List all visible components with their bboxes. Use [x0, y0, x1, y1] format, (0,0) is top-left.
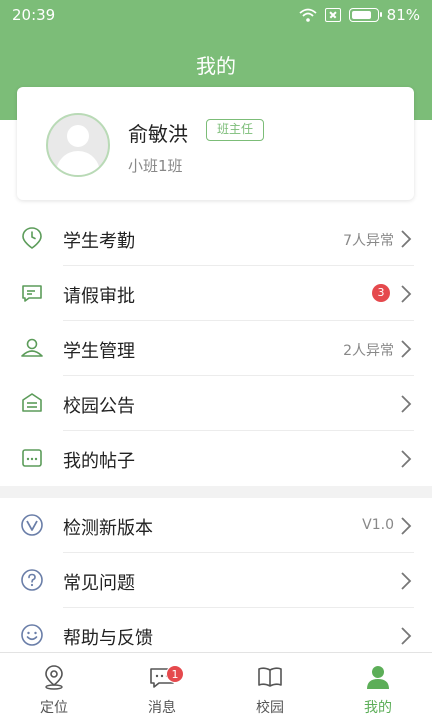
menu-value: 2人异常 — [343, 343, 394, 359]
menu-value: 7人异常 — [343, 233, 394, 249]
post-icon — [22, 449, 42, 467]
version-icon — [21, 514, 43, 536]
smile-icon — [21, 624, 43, 646]
role-badge: 班主任 — [206, 119, 265, 141]
notice-icon — [22, 393, 42, 412]
chevron-right-icon — [401, 627, 412, 645]
chevron-right-icon — [401, 230, 412, 248]
menu-label: 校园公告 — [63, 396, 135, 417]
profile-name: 俞敏洪 — [128, 122, 188, 146]
wifi-icon — [299, 8, 317, 22]
menu-item-my-posts[interactable]: 我的帖子 — [0, 431, 432, 486]
version-value: V1.0 — [362, 517, 394, 533]
location-clock-icon — [22, 227, 42, 249]
menu-item-student-management[interactable]: 学生管理 2人异常 — [0, 321, 432, 376]
page-title: 我的 — [196, 54, 236, 78]
menu-group-main: 学生考勤 7人异常 请假审批 3 学生管理 2人异常 校园公告 我的帖子 — [0, 211, 432, 486]
status-icons: 81% — [299, 6, 420, 24]
menu-item-attendance[interactable]: 学生考勤 7人异常 — [0, 211, 432, 266]
chevron-right-icon — [401, 395, 412, 413]
avatar[interactable] — [46, 113, 110, 177]
battery-percent: 81% — [386, 6, 420, 24]
menu-item-leave-approval[interactable]: 请假审批 3 — [0, 266, 432, 321]
tab-label: 消息 — [148, 700, 176, 716]
chevron-right-icon — [401, 285, 412, 303]
menu-label: 常见问题 — [63, 573, 135, 594]
profile-class: 小班1班 — [128, 157, 183, 175]
menu-item-campus-notice[interactable]: 校园公告 — [0, 376, 432, 431]
menu-group-settings: 检测新版本 V1.0 常见问题 帮助与反馈 — [0, 498, 432, 663]
no-sim-icon — [324, 8, 341, 22]
menu-item-faq[interactable]: 常见问题 — [0, 553, 432, 608]
section-divider — [0, 486, 432, 498]
tab-label: 我的 — [364, 700, 392, 716]
chevron-right-icon — [401, 572, 412, 590]
tab-campus[interactable]: 校园 — [216, 653, 324, 720]
status-time: 20:39 — [12, 6, 56, 24]
book-icon — [258, 667, 282, 687]
status-bar: 20:39 81% — [0, 0, 432, 30]
menu-label: 学生管理 — [63, 341, 135, 362]
tab-label: 定位 — [40, 700, 68, 716]
question-icon — [21, 569, 43, 591]
location-pin-icon — [45, 665, 63, 690]
tab-location[interactable]: 定位 — [0, 653, 108, 720]
tab-messages[interactable]: 1 消息 — [108, 653, 216, 720]
person-icon — [367, 666, 389, 689]
bottom-tab-bar: 定位 1 消息 校园 我的 — [0, 652, 432, 720]
menu-label: 帮助与反馈 — [63, 628, 153, 649]
chevron-right-icon — [401, 450, 412, 468]
tab-label: 校园 — [256, 700, 284, 716]
chevron-right-icon — [401, 340, 412, 358]
menu-item-check-update[interactable]: 检测新版本 V1.0 — [0, 498, 432, 553]
menu-label: 我的帖子 — [63, 451, 135, 472]
battery-icon — [348, 8, 382, 22]
profile-card[interactable]: 俞敏洪 班主任 小班1班 — [17, 87, 414, 200]
user-icon — [21, 338, 43, 357]
notification-badge: 3 — [372, 284, 390, 302]
chevron-right-icon — [401, 517, 412, 535]
menu-label: 学生考勤 — [63, 231, 135, 252]
menu-label: 检测新版本 — [63, 518, 153, 539]
tab-mine[interactable]: 我的 — [324, 653, 432, 720]
message-badge: 1 — [166, 665, 184, 683]
menu-label: 请假审批 — [63, 286, 135, 307]
message-icon — [22, 285, 42, 302]
